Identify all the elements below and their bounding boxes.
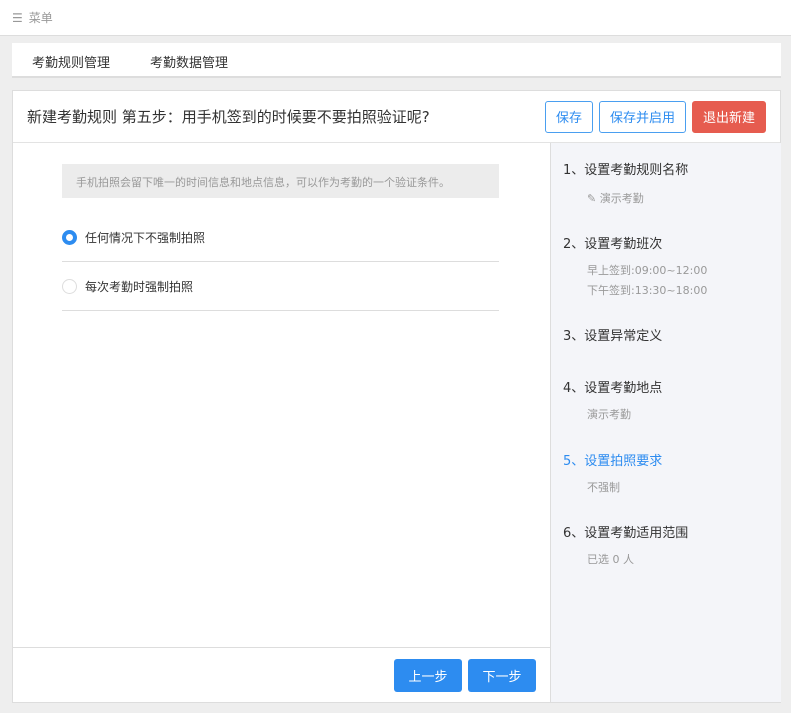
option-no-photo[interactable]: 任何情况下不强制拍照 [62, 213, 499, 262]
option-label: 每次考勤时强制拍照 [85, 279, 194, 294]
step-3[interactable]: 3、设置异常定义 [563, 325, 662, 344]
option-force-photo[interactable]: 每次考勤时强制拍照 [62, 262, 499, 311]
top-bar: ☰ 菜单 [0, 0, 791, 36]
save-enable-button[interactable]: 保存并启用 [598, 100, 686, 133]
next-button[interactable]: 下一步 [468, 658, 536, 692]
step-6-value: 已选 0 人 [587, 553, 634, 566]
step-6[interactable]: 6、设置考勤适用范围 [563, 522, 688, 541]
step-4-value: 演示考勤 [587, 408, 631, 421]
exit-button[interactable]: 退出新建 [691, 100, 766, 133]
menu-icon[interactable]: ☰ [12, 11, 23, 25]
option-label: 任何情况下不强制拍照 [85, 230, 206, 245]
card-header: 新建考勤规则 第五步：用手机签到的时候要不要拍照验证呢? 保存 保存并启用 退出… [13, 91, 780, 143]
step-2-value: 早上签到:09:00~12:00 [587, 264, 708, 277]
footer: 上一步 下一步 [13, 647, 550, 702]
step-4[interactable]: 4、设置考勤地点 [563, 377, 662, 396]
prev-button[interactable]: 上一步 [394, 658, 462, 692]
step-5-value: 不强制 [587, 481, 620, 494]
pencil-icon: ✎ [587, 192, 600, 205]
tab-rules[interactable]: 考勤规则管理 [12, 43, 130, 76]
step-2[interactable]: 2、设置考勤班次 [563, 233, 662, 252]
hint-text: 手机拍照会留下唯一的时间信息和地点信息，可以作为考勤的一个验证条件。 [62, 164, 499, 198]
save-button[interactable]: 保存 [544, 100, 593, 133]
step-1[interactable]: 1、设置考勤规则名称 [563, 159, 688, 178]
page-title: 新建考勤规则 第五步：用手机签到的时候要不要拍照验证呢? [27, 108, 430, 126]
step-5[interactable]: 5、设置拍照要求 [563, 450, 662, 469]
step-1-value: ✎ 演示考勤 [587, 192, 644, 205]
tab-data[interactable]: 考勤数据管理 [130, 43, 248, 76]
steps-panel: 1、设置考勤规则名称 ✎ 演示考勤 2、设置考勤班次 早上签到:09:00~12… [550, 143, 781, 702]
step-2-value: 下午签到:13:30~18:00 [587, 284, 708, 297]
radio-checked[interactable] [62, 229, 77, 245]
tab-bar: 考勤规则管理 考勤数据管理 [12, 43, 781, 78]
step-content: 手机拍照会留下唯一的时间信息和地点信息，可以作为考勤的一个验证条件。 任何情况下… [13, 143, 550, 702]
rule-card: 新建考勤规则 第五步：用手机签到的时候要不要拍照验证呢? 保存 保存并启用 退出… [12, 90, 781, 703]
menu-label[interactable]: 菜单 [29, 9, 53, 26]
radio-unchecked[interactable] [62, 278, 77, 294]
